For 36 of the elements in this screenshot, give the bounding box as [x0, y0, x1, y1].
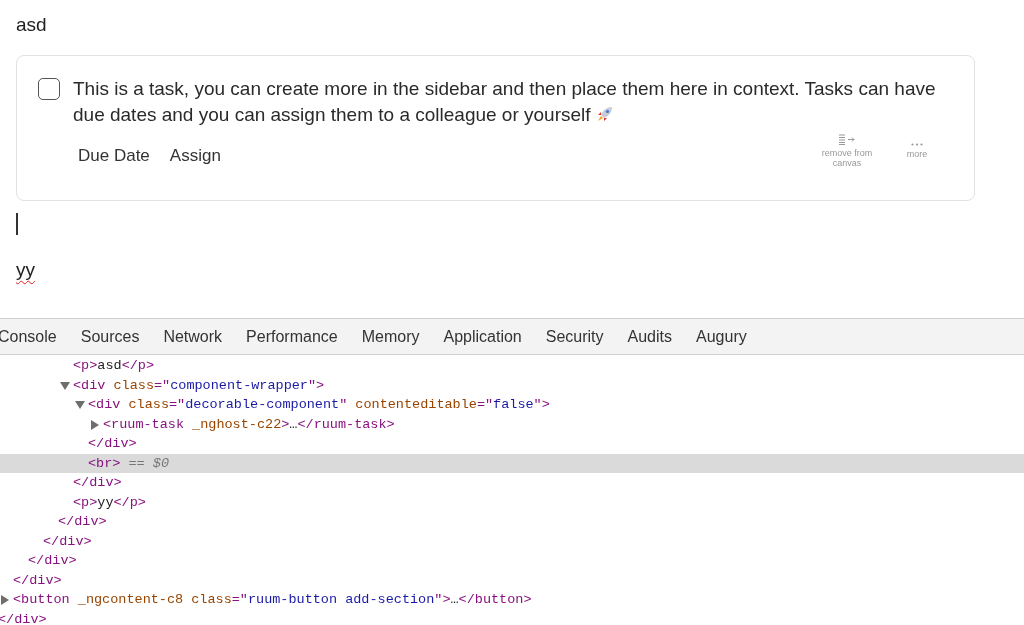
expand-arrow-icon[interactable]: [0, 595, 10, 605]
devtools-tab[interactable]: Security: [533, 327, 616, 346]
devtools-tab[interactable]: Augury: [684, 327, 759, 346]
code-line[interactable]: </div>: [13, 572, 62, 588]
task-text: This is a task, you can create more in the sidebar and then place them here in context. Tasks can have due dates and you can assign them to a colleague or yourself: [73, 77, 937, 127]
text-cursor: [16, 213, 18, 235]
task-checkbox[interactable]: [38, 78, 60, 100]
code-line[interactable]: <p>yy</p>: [73, 494, 146, 510]
devtools-tab[interactable]: Performance: [234, 327, 350, 346]
more-icon: [911, 143, 923, 146]
code-line[interactable]: </div>: [88, 436, 137, 451]
devtools-tab[interactable]: Audits: [615, 327, 684, 346]
devtools-tab[interactable]: Sources: [68, 327, 152, 346]
code-line[interactable]: </div>: [43, 533, 92, 549]
devtools-tab[interactable]: Network: [151, 327, 235, 346]
code-line[interactable]: </div>: [73, 475, 122, 490]
rocket-icon: [595, 105, 614, 123]
task-button[interactable]: Due Date: [72, 142, 156, 170]
paragraph: asd: [16, 13, 47, 37]
expand-arrow-icon[interactable]: [60, 380, 70, 391]
devtools-tab[interactable]: Memory: [349, 327, 432, 346]
code-line[interactable]: <br> == $0: [88, 455, 169, 471]
code-line[interactable]: <div class="decorable-component" contenteditable="false">: [88, 397, 550, 412]
code-line[interactable]: <p>asd</p>: [73, 358, 155, 373]
code-line[interactable]: <div class="component-wrapper">: [73, 377, 325, 393]
code-line[interactable]: </div>: [58, 514, 107, 529]
selected-row[interactable]: <br> == $0: [0, 453, 1024, 473]
lines-arrow-icon: [838, 134, 856, 145]
expand-arrow-icon[interactable]: [75, 400, 85, 410]
expand-arrow-icon[interactable]: [90, 419, 100, 430]
code-line[interactable]: <button _ngcontent-c8 class="ruum-button add-section">…</button>: [13, 592, 532, 607]
task-button[interactable]: Assign: [163, 142, 227, 170]
paragraph: yy: [16, 258, 35, 282]
code-line[interactable]: </div>: [28, 553, 77, 568]
code-line[interactable]: <ruum-task _nghost-c22>…</ruum-task>: [103, 416, 395, 432]
devtools-tab[interactable]: Application: [431, 327, 534, 346]
